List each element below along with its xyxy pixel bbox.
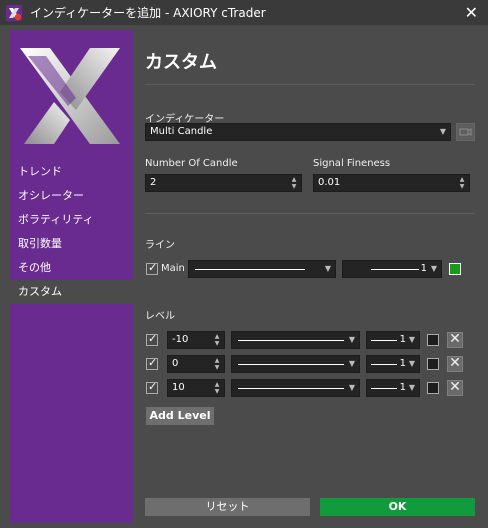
line-style-preview [238,364,344,365]
main-line-checkbox[interactable] [146,261,158,275]
chevron-down-icon: ▼ [348,383,355,392]
chevron-down-icon: ▼ [408,359,415,368]
chevron-down-icon: ▼ [324,264,331,273]
category-sidebar: トレンド オシレーター ボラティリティ 取引数量 その他 カスタム [10,30,133,523]
level-3-value-input[interactable]: 10 ▲ ▼ [167,379,225,397]
sidebar-item-trend[interactable]: トレンド [10,160,133,184]
number-of-candle-label: Number Of Candle [145,158,238,169]
stepper-icon[interactable]: ▲ ▼ [458,176,466,190]
level-3-delete-icon[interactable]: ✕ [447,380,463,396]
ok-button[interactable]: OK [320,498,475,516]
stepper-icon[interactable]: ▲ ▼ [213,357,221,371]
lines-section-label: ライン [145,240,175,251]
number-of-candle-value: 2 [150,177,157,188]
window-title: インディケーターを追加 - AXIORY cTrader [30,6,266,20]
level-1-value-input[interactable]: -10 ▲ ▼ [167,331,225,349]
chevron-down-icon: ▼ [408,335,415,344]
level-1-color-swatch[interactable] [427,334,439,346]
level-3-style-select[interactable]: ▼ [231,379,360,397]
signal-fineness-label: Signal Fineness [313,158,391,169]
axiory-logo [20,48,120,144]
line-style-preview [238,340,344,341]
indicator-value: Multi Candle [150,126,213,137]
level-3-thickness-select[interactable]: 1 ▼ [366,379,420,397]
level-2-checkbox[interactable] [146,356,158,370]
signal-fineness-value: 0.01 [318,177,341,188]
stepper-icon[interactable]: ▲ ▼ [213,333,221,347]
level-2-style-select[interactable]: ▼ [231,355,360,373]
level-2-delete-icon[interactable]: ✕ [447,356,463,372]
level-3-value: 10 [172,382,185,393]
main-line-color-swatch[interactable] [449,263,461,275]
chevron-down-icon: ▼ [439,127,446,136]
level-1-style-select[interactable]: ▼ [231,331,360,349]
add-indicator-dialog: インディケーターを追加 - AXIORY cTrader ✕ トレンド オシレー… [0,0,488,528]
line-thickness-preview [371,364,397,365]
signal-fineness-input[interactable]: 0.01 ▲ ▼ [313,174,470,192]
ctrader-app-icon [6,4,22,21]
stepper-icon[interactable]: ▲ ▼ [290,176,298,190]
main-line-thickness: 1 [420,263,427,274]
level-1-value: -10 [172,334,189,345]
level-1-thickness: 1 [399,334,406,345]
indicator-select[interactable]: Multi Candle ▼ [145,123,451,141]
level-3-checkbox[interactable] [146,380,158,394]
divider [145,213,475,214]
level-2-color-swatch[interactable] [427,358,439,370]
levels-section-label: レベル [145,311,175,322]
sidebar-item-oscillator[interactable]: オシレーター [10,184,133,208]
sidebar-item-volatility[interactable]: ボラティリティ [10,208,133,232]
chevron-down-icon: ▼ [348,335,355,344]
number-of-candle-input[interactable]: 2 ▲ ▼ [145,174,302,192]
main-line-thickness-select[interactable]: 1 ▼ [342,260,442,278]
line-thickness-preview [371,340,397,341]
line-style-preview [238,388,344,389]
add-level-button[interactable]: Add Level [146,407,214,425]
main-line-style-select[interactable]: ▼ [188,260,336,278]
chevron-down-icon: ▼ [430,264,437,273]
divider [145,84,475,85]
chevron-down-icon: ▼ [408,383,415,392]
level-2-value-input[interactable]: 0 ▲ ▼ [167,355,225,373]
camera-icon[interactable] [456,123,475,141]
title-bar: インディケーターを追加 - AXIORY cTrader ✕ [0,0,488,25]
line-style-preview [195,269,305,270]
stepper-icon[interactable]: ▲ ▼ [213,381,221,395]
level-2-thickness-select[interactable]: 1 ▼ [366,355,420,373]
line-thickness-preview [371,269,419,270]
sidebar-item-volume[interactable]: 取引数量 [10,232,133,256]
line-thickness-preview [371,388,397,389]
level-1-thickness-select[interactable]: 1 ▼ [366,331,420,349]
sidebar-item-custom[interactable]: カスタム [10,280,133,304]
level-3-color-swatch[interactable] [427,382,439,394]
reset-button[interactable]: リセット [145,498,310,516]
level-1-checkbox[interactable] [146,332,158,346]
category-list: トレンド オシレーター ボラティリティ 取引数量 その他 カスタム [10,160,133,304]
camera-icon-glyph [459,128,472,136]
close-icon[interactable]: ✕ [465,3,478,22]
chevron-down-icon: ▼ [348,359,355,368]
level-2-thickness: 1 [399,358,406,369]
level-3-thickness: 1 [399,382,406,393]
page-title: カスタム [145,52,217,73]
level-2-value: 0 [172,358,179,369]
main-line-label: Main [161,263,185,274]
level-1-delete-icon[interactable]: ✕ [447,332,463,348]
sidebar-item-other[interactable]: その他 [10,256,133,280]
